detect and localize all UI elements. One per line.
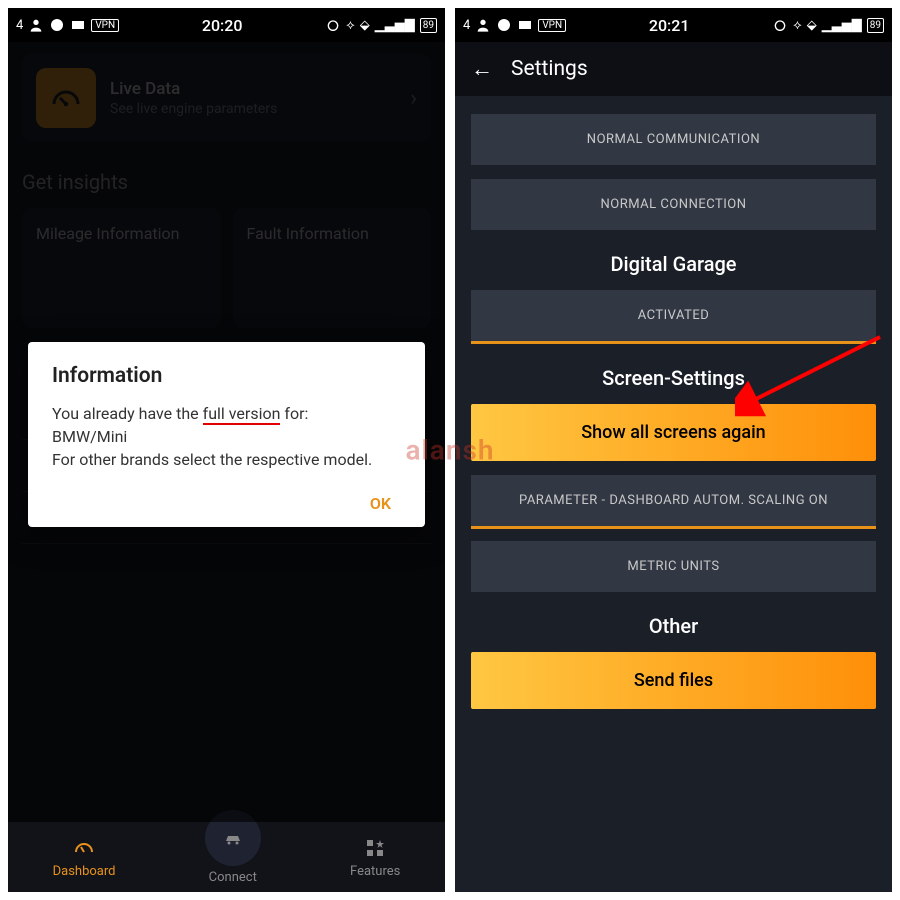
- full-version-underlined: full version: [203, 404, 281, 425]
- battery-icon: 89: [420, 18, 437, 33]
- bluetooth-icon: ⟡: [346, 18, 355, 33]
- wifi-icon: ⬙: [807, 18, 817, 33]
- vpn-badge: VPN: [538, 19, 566, 32]
- battery-icon: 89: [867, 18, 884, 33]
- person-icon: [475, 17, 491, 33]
- mail-icon: [517, 17, 533, 33]
- ok-button[interactable]: OK: [360, 486, 401, 521]
- signal-icon: ▁▃▅▇: [375, 18, 415, 33]
- nav-connect[interactable]: Connect: [205, 830, 261, 885]
- section-screen-settings: Screen-Settings: [455, 366, 892, 390]
- grid-star-icon: [363, 836, 387, 860]
- bluetooth-icon: ⟡: [793, 18, 802, 33]
- show-all-screens-button[interactable]: Show all screens again: [471, 404, 876, 461]
- status-bar: 4 VPN 20:21 ⟡ ⬙ ▁▃▅▇ 89: [455, 8, 892, 42]
- notif-count-icon: 4: [16, 18, 23, 33]
- wifi-icon: ⬙: [360, 18, 370, 33]
- vpn-badge: VPN: [91, 19, 119, 32]
- car-icon: [221, 826, 245, 850]
- information-dialog: Information You already have the full ve…: [28, 342, 425, 527]
- clock: 20:21: [649, 16, 690, 35]
- alarm-icon: [772, 17, 788, 33]
- metric-units-button[interactable]: METRIC UNITS: [471, 541, 876, 592]
- phone-right: 4 VPN 20:21 ⟡ ⬙ ▁▃▅▇ 89 ← Settings NORMA…: [455, 8, 892, 892]
- phone-left: 4 VPN 20:20 ⟡ ⬙ ▁▃▅▇ 89 Live Data See li…: [8, 8, 445, 892]
- mail-icon: [70, 17, 86, 33]
- alarm-icon: [325, 17, 341, 33]
- bottom-nav: Dashboard Connect Features: [8, 822, 445, 892]
- nav-features[interactable]: Features: [350, 836, 400, 879]
- send-files-button[interactable]: Send files: [471, 652, 876, 709]
- section-other: Other: [455, 614, 892, 638]
- clock: 20:20: [202, 16, 243, 35]
- nav-dashboard[interactable]: Dashboard: [53, 836, 116, 879]
- dialog-title: Information: [52, 364, 401, 388]
- chat-icon: [49, 17, 65, 33]
- signal-icon: ▁▃▅▇: [822, 18, 862, 33]
- person-icon: [28, 17, 44, 33]
- normal-connection-button[interactable]: NORMAL CONNECTION: [471, 179, 876, 230]
- gauge-icon: [72, 836, 96, 860]
- divider: [471, 341, 876, 344]
- settings-header: ← Settings: [455, 42, 892, 96]
- page-title: Settings: [511, 57, 588, 81]
- dialog-body: You already have the full version for: B…: [52, 402, 401, 472]
- parameter-scaling-button[interactable]: PARAMETER - DASHBOARD AUTOM. SCALING ON: [471, 475, 876, 526]
- status-bar: 4 VPN 20:20 ⟡ ⬙ ▁▃▅▇ 89: [8, 8, 445, 42]
- activated-button[interactable]: ACTIVATED: [471, 290, 876, 341]
- back-arrow-icon[interactable]: ←: [471, 56, 493, 82]
- notif-count-icon: 4: [463, 18, 470, 33]
- section-digital-garage: Digital Garage: [455, 252, 892, 276]
- chat-icon: [496, 17, 512, 33]
- normal-communication-button[interactable]: NORMAL COMMUNICATION: [471, 114, 876, 165]
